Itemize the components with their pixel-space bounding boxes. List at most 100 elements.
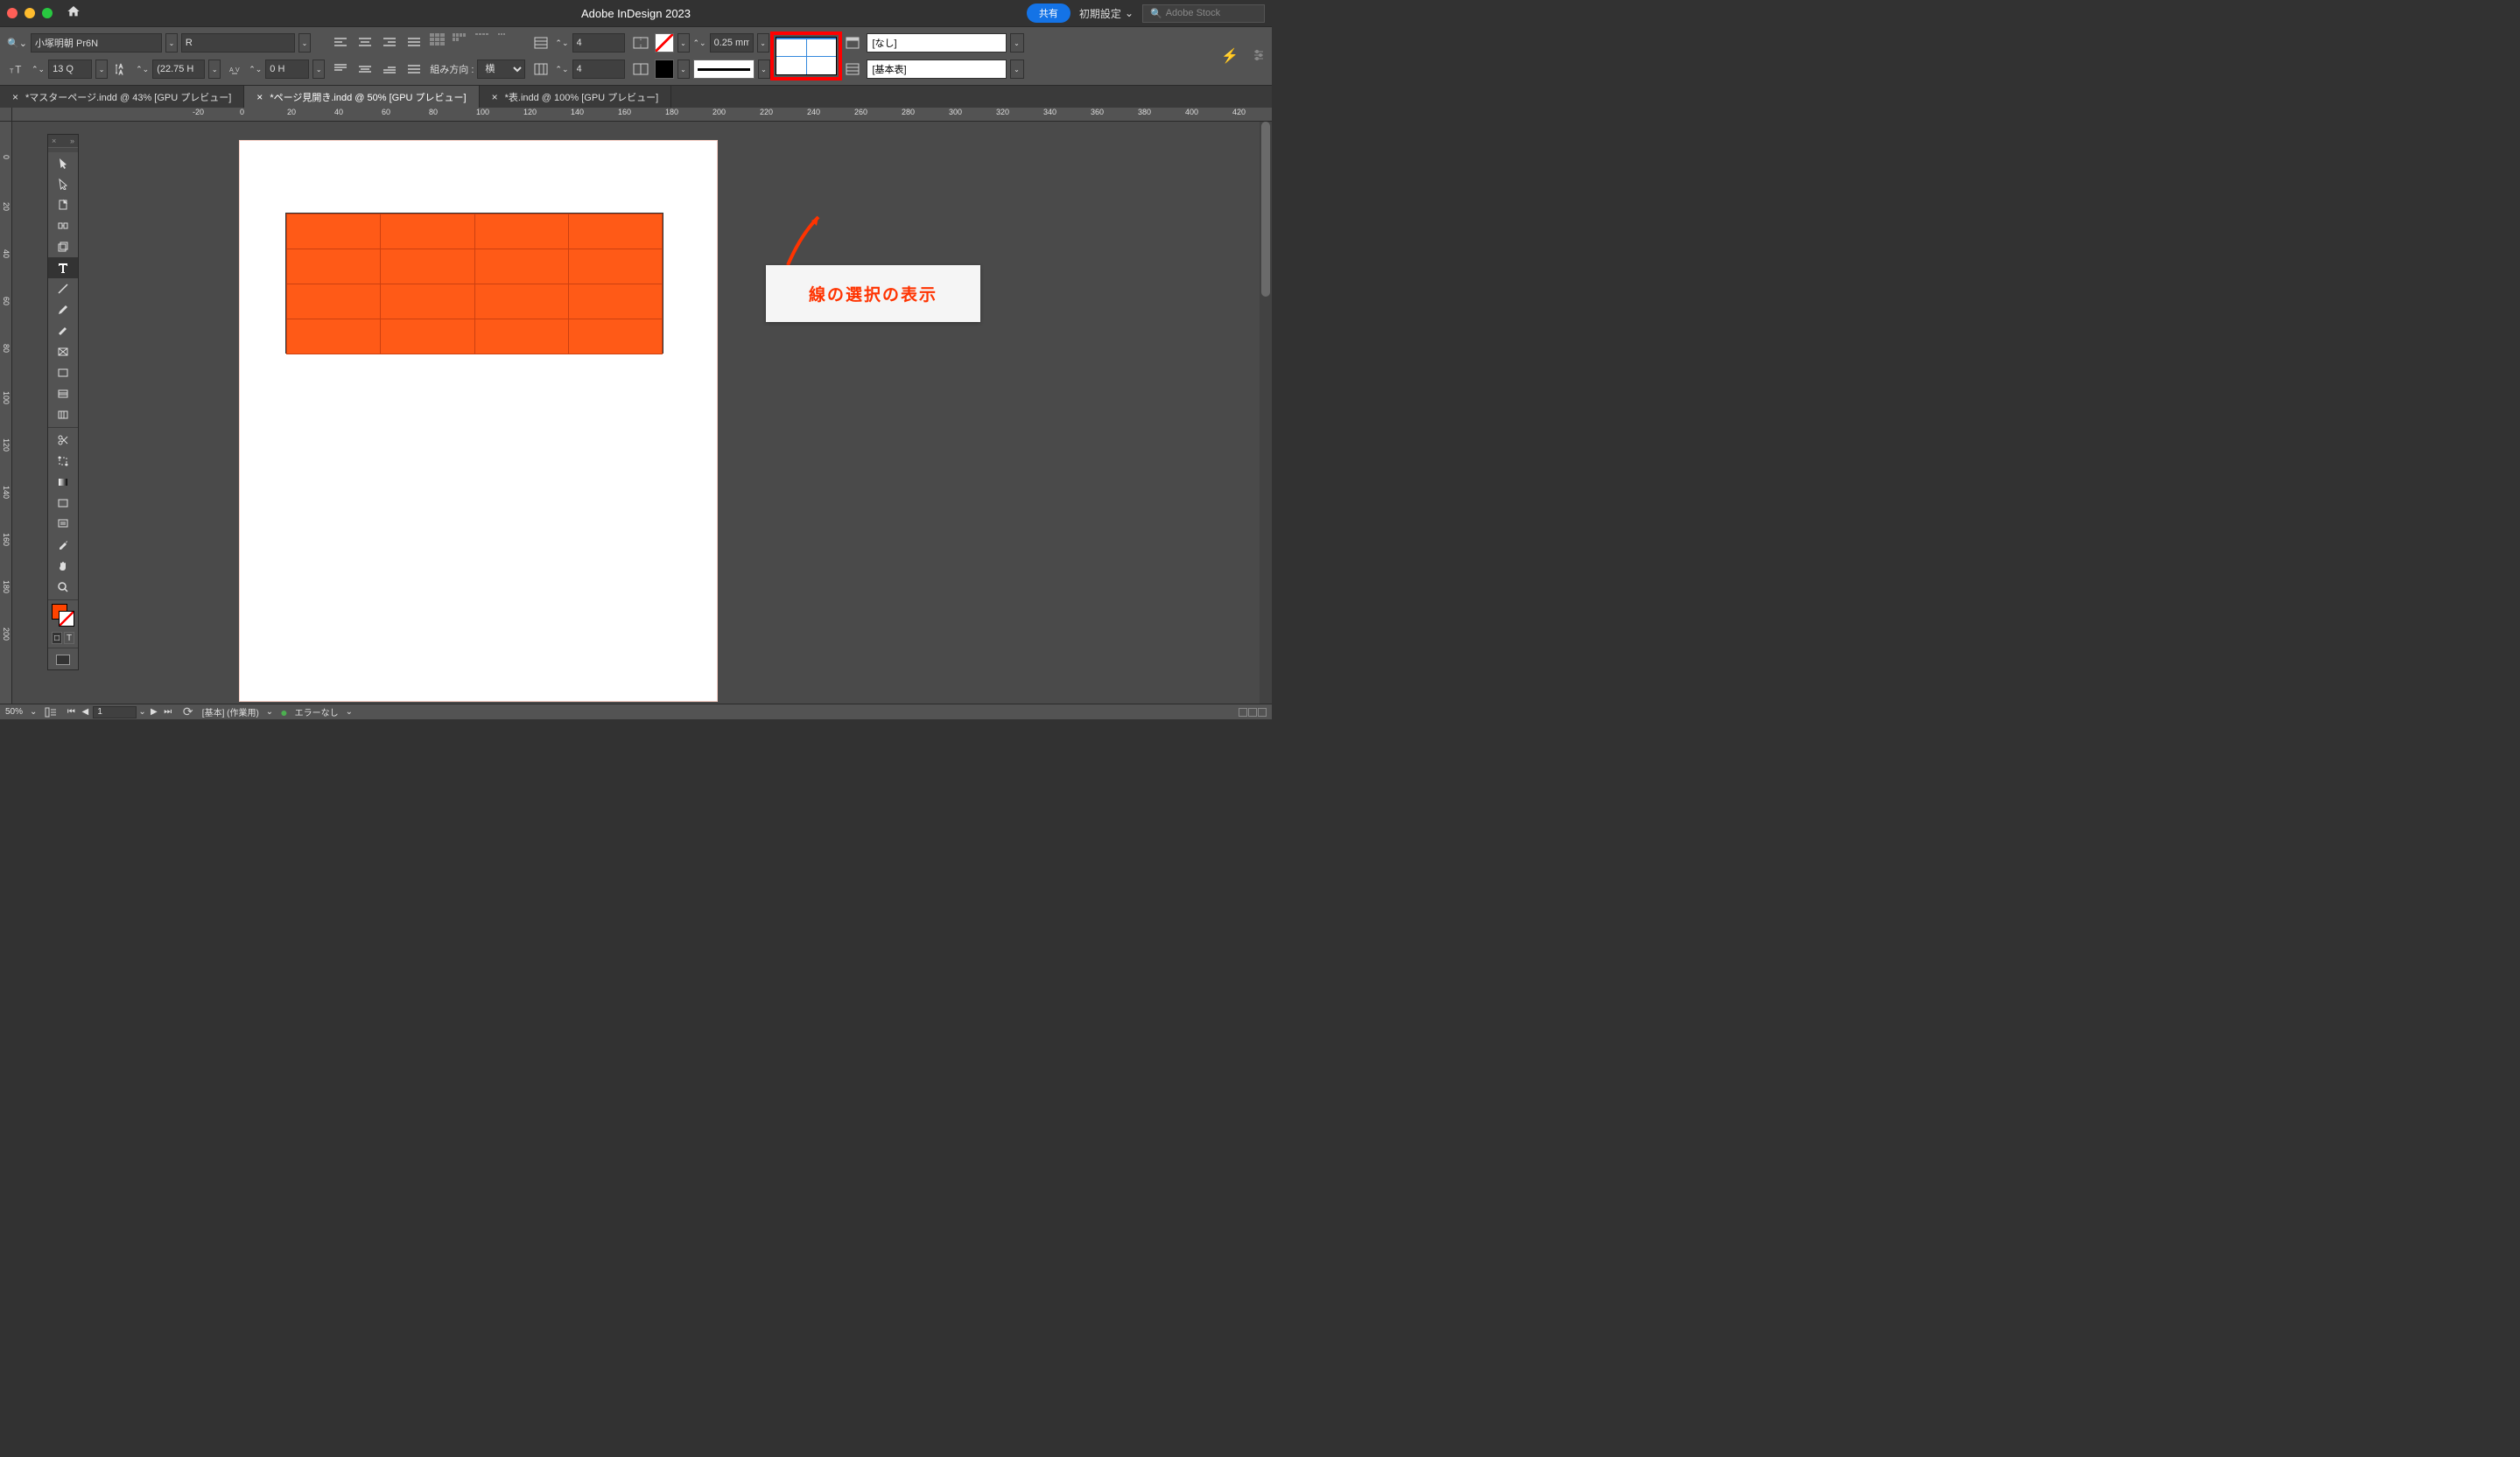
table-cell[interactable] (474, 249, 568, 284)
prev-page-button[interactable]: ◀ (79, 706, 91, 718)
table-cell[interactable] (568, 214, 662, 249)
adobe-stock-search[interactable]: 🔍 Adobe Stock (1142, 4, 1265, 23)
home-icon[interactable] (67, 4, 81, 23)
rows-input[interactable] (572, 33, 625, 53)
rectangle-tool[interactable] (48, 362, 78, 383)
zoom-tool[interactable] (48, 577, 78, 598)
table-object[interactable] (285, 213, 663, 354)
zoom-display[interactable]: 50% (5, 707, 23, 717)
font-size-input[interactable] (48, 60, 92, 79)
close-tab-icon[interactable]: × (256, 91, 263, 103)
stroke-weight-dropdown[interactable]: ⌄ (757, 33, 769, 53)
stroke-swatch[interactable] (59, 611, 74, 627)
fill-dropdown[interactable]: ⌄ (677, 33, 690, 53)
content-collector-tool[interactable] (48, 236, 78, 257)
merge-cells-icon[interactable] (630, 32, 651, 53)
type-tool[interactable] (48, 257, 78, 278)
size-dropdown[interactable]: ⌄ (95, 60, 108, 79)
writing-direction-select[interactable]: 横 (477, 60, 525, 79)
scissors-tool[interactable] (48, 430, 78, 451)
error-status[interactable]: エラーなし (295, 705, 339, 718)
next-page-button[interactable]: ▶ (148, 706, 160, 718)
table-cell[interactable] (568, 319, 662, 354)
table-cell[interactable] (287, 249, 381, 284)
close-tab-icon[interactable]: × (492, 91, 498, 103)
note-tool[interactable] (48, 514, 78, 535)
horizontal-ruler[interactable]: -200204060801001201401601802002202402602… (12, 108, 1272, 122)
align-left-button[interactable] (330, 33, 351, 53)
gradient-feather-tool[interactable] (48, 493, 78, 514)
settings-icon[interactable] (1253, 49, 1265, 64)
grid-btn-3[interactable] (475, 33, 495, 53)
table-cell[interactable] (287, 319, 381, 354)
gpu-indicator-icon[interactable]: ⚡ (1221, 47, 1239, 65)
doc-tab-0[interactable]: × *マスターページ.indd @ 43% [GPU プレビュー] (0, 86, 244, 108)
leading-input[interactable] (152, 60, 205, 79)
open-nav-icon[interactable]: ⟳ (181, 702, 195, 723)
table-cell[interactable] (474, 214, 568, 249)
preset-display[interactable]: [基本] (作業用) (202, 705, 259, 718)
rectangle-frame-tool[interactable] (48, 341, 78, 362)
doc-tab-1[interactable]: × *ページ見開き.indd @ 50% [GPU プレビュー] (244, 86, 479, 108)
table-cell[interactable] (568, 249, 662, 284)
pencil-tool[interactable] (48, 320, 78, 341)
free-transform-tool[interactable] (48, 451, 78, 472)
first-page-button[interactable]: ⏮ (65, 706, 77, 718)
table-cell[interactable] (568, 284, 662, 319)
align-right-button[interactable] (379, 33, 400, 53)
font-style-input[interactable] (181, 33, 295, 53)
tracking-dropdown[interactable]: ⌄ (312, 60, 325, 79)
unmerge-cells-icon[interactable] (630, 59, 651, 80)
chevron-down-icon[interactable]: ⌄ (138, 707, 145, 717)
cols-input[interactable] (572, 60, 625, 79)
table-cell[interactable] (381, 249, 474, 284)
grid-btn-1[interactable] (430, 33, 449, 53)
minimize-window[interactable] (25, 8, 35, 18)
maximize-window[interactable] (42, 8, 53, 18)
table-cell[interactable] (381, 214, 474, 249)
chevron-down-icon[interactable]: ⌄ (30, 707, 37, 717)
hand-tool[interactable] (48, 556, 78, 577)
table-cell[interactable] (474, 284, 568, 319)
leading-dropdown[interactable]: ⌄ (208, 60, 221, 79)
table-cell[interactable] (287, 214, 381, 249)
table-cell[interactable] (474, 319, 568, 354)
tracking-input[interactable] (265, 60, 309, 79)
doc-tab-2[interactable]: × *表.indd @ 100% [GPU プレビュー] (480, 86, 672, 108)
font-family-input[interactable] (31, 33, 162, 53)
stroke-style-dropdown[interactable]: ⌄ (758, 60, 770, 79)
valign-center-button[interactable] (354, 60, 376, 79)
color-swatches[interactable] (48, 602, 78, 630)
chevron-down-icon[interactable]: ⌄ (346, 707, 353, 717)
vertical-scrollbar[interactable] (1260, 122, 1272, 704)
h-grid-tool[interactable] (48, 383, 78, 404)
table-cell[interactable] (287, 284, 381, 319)
page-number-input[interactable] (93, 706, 137, 718)
toolbox-header[interactable]: ×» (48, 135, 78, 147)
cell-style-select[interactable] (867, 60, 1007, 79)
chevron-down-icon[interactable]: ⌄ (266, 707, 273, 717)
style-dropdown[interactable]: ⌄ (298, 33, 311, 53)
grid-btn-2[interactable] (453, 33, 472, 53)
font-dropdown[interactable]: ⌄ (165, 33, 178, 53)
formatting-toggle[interactable]: □ T (48, 630, 78, 646)
close-window[interactable] (7, 8, 18, 18)
close-tab-icon[interactable]: × (12, 91, 18, 103)
workspace-selector[interactable]: 初期設定 ⌄ (1079, 6, 1134, 21)
table-cell[interactable] (381, 284, 474, 319)
align-center-button[interactable] (354, 33, 376, 53)
view-mode-button[interactable] (48, 650, 78, 669)
scrollbar-thumb[interactable] (1261, 122, 1270, 297)
page-tool[interactable] (48, 194, 78, 215)
v-grid-tool[interactable] (48, 404, 78, 425)
stroke-weight-input[interactable] (710, 33, 754, 53)
pen-tool[interactable] (48, 299, 78, 320)
ruler-origin[interactable] (0, 108, 12, 122)
stroke-black-swatch[interactable] (655, 60, 674, 79)
share-button[interactable]: 共有 (1027, 4, 1070, 23)
valign-justify-button[interactable] (404, 60, 425, 79)
gap-tool[interactable] (48, 215, 78, 236)
view-mode-icons[interactable] (1239, 708, 1267, 717)
gradient-swatch-tool[interactable] (48, 472, 78, 493)
valign-bottom-button[interactable] (379, 60, 400, 79)
